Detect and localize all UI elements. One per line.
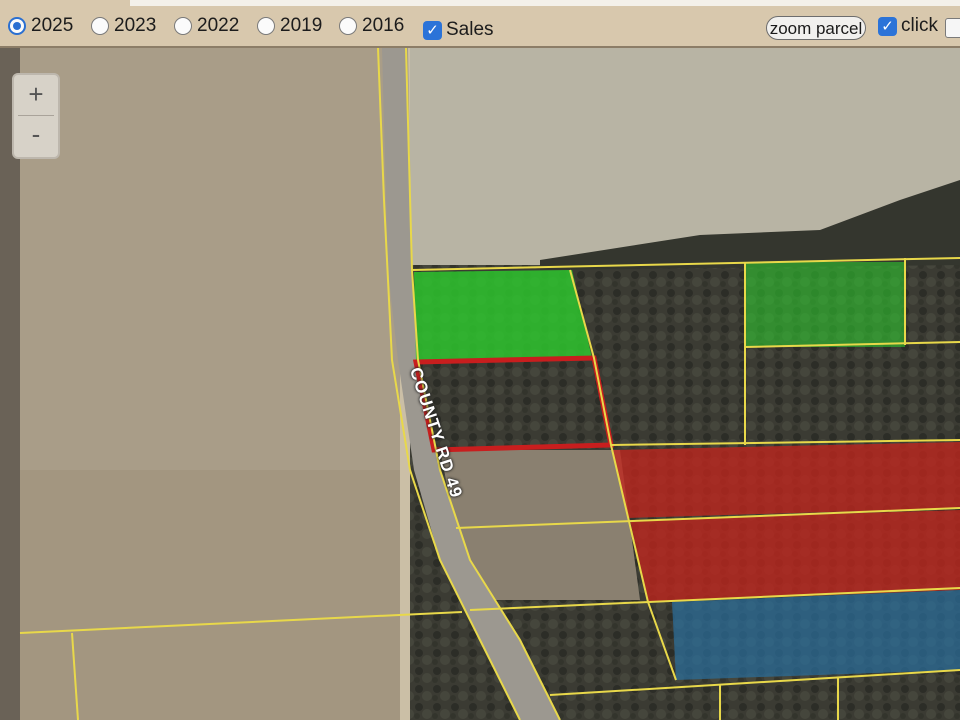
zoom-control: + - [12, 73, 60, 159]
checkmark-icon[interactable]: ✓ [878, 16, 897, 36]
click-label: click [901, 15, 938, 36]
zoom-in-button[interactable]: + [18, 77, 54, 113]
radio-button[interactable] [91, 17, 109, 35]
zoom-divider [18, 115, 54, 116]
map-toolbar: 2025 2023 2022 2019 2016 ✓ Sales zoom pa… [0, 0, 960, 48]
year-label: 2022 [197, 15, 240, 36]
aerial-map[interactable] [0, 48, 960, 720]
zoom-out-button[interactable]: - [18, 117, 54, 153]
map-canvas[interactable] [0, 48, 960, 720]
extra-checkbox[interactable] [945, 18, 960, 38]
checkmark-icon[interactable]: ✓ [423, 20, 442, 40]
sale-parcel-green-east[interactable] [745, 262, 905, 347]
toolbar-top-strip [130, 0, 960, 6]
sale-parcel-blue[interactable] [672, 590, 960, 680]
radio-button-selected[interactable] [8, 17, 26, 35]
year-radio-2022[interactable]: 2022 [174, 14, 239, 38]
year-radio-2023[interactable]: 2023 [91, 14, 156, 38]
sale-parcel-green[interactable] [414, 270, 592, 362]
year-label: 2025 [31, 15, 74, 36]
sale-parcel-red-south[interactable] [630, 510, 960, 602]
radio-button[interactable] [174, 17, 192, 35]
sales-checkbox[interactable]: ✓ Sales [423, 18, 494, 42]
year-label: 2019 [280, 15, 323, 36]
field-southwest [0, 470, 400, 720]
year-radio-2019[interactable]: 2019 [257, 14, 322, 38]
radio-button[interactable] [257, 17, 275, 35]
click-checkbox[interactable]: ✓ click [878, 14, 938, 38]
year-radio-2016[interactable]: 2016 [339, 14, 404, 38]
sale-parcel-red-north[interactable] [612, 442, 960, 518]
sales-label: Sales [446, 19, 494, 40]
year-radio-2025[interactable]: 2025 [8, 14, 73, 38]
zoom-parcel-button[interactable]: zoom parcel [766, 16, 866, 40]
year-label: 2023 [114, 15, 157, 36]
radio-button[interactable] [339, 17, 357, 35]
year-label: 2016 [362, 15, 405, 36]
